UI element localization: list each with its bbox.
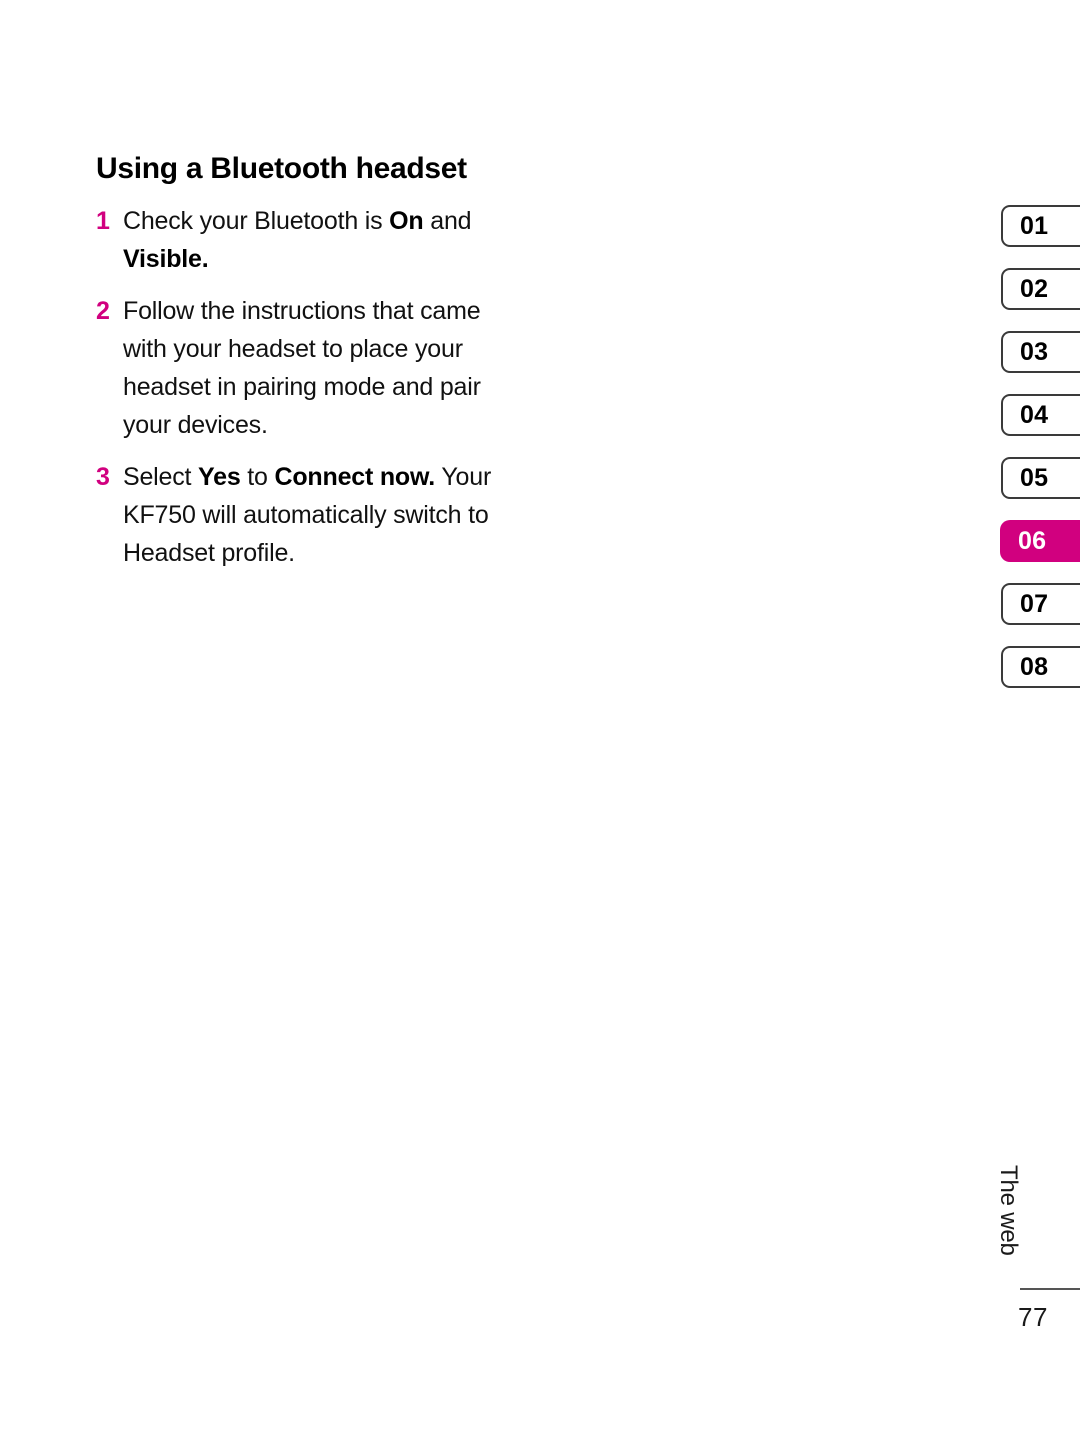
page-title: Using a Bluetooth headset: [96, 152, 467, 185]
list-item: 2 Follow the instructions that came with…: [96, 292, 516, 444]
chapter-tab-02[interactable]: 02: [1001, 268, 1080, 310]
text-run-bold: Connect now.: [274, 462, 436, 491]
chapter-tab-05[interactable]: 05: [1001, 457, 1080, 499]
instruction-list: 1 Check your Bluetooth is On and Visible…: [96, 202, 516, 572]
list-item-text: Select Yes to Connect now. Your KF750 wi…: [123, 463, 491, 567]
chapter-tab-01[interactable]: 01: [1001, 205, 1080, 247]
list-item-number: 1: [96, 206, 110, 235]
text-run-bold: Visible.: [123, 244, 209, 273]
text-run: Check your Bluetooth is: [123, 206, 390, 235]
text-run: and: [423, 206, 472, 235]
manual-page: Using a Bluetooth headset 1 Check your B…: [0, 0, 1080, 1439]
list-item-text: Check your Bluetooth is On and Visible.: [123, 206, 472, 273]
chapter-tab-03[interactable]: 03: [1001, 331, 1080, 373]
section-label: The web: [995, 1165, 1022, 1256]
list-item: 3 Select Yes to Connect now. Your KF750 …: [96, 458, 516, 572]
text-run: Select: [123, 462, 199, 491]
list-item-number: 2: [96, 296, 110, 325]
chapter-tab-06[interactable]: 06: [1000, 520, 1080, 562]
content-column: Using a Bluetooth headset 1 Check your B…: [96, 152, 516, 572]
chapter-tab-04[interactable]: 04: [1001, 394, 1080, 436]
list-item-number: 3: [96, 462, 110, 491]
footer-divider: [1020, 1288, 1080, 1290]
list-item-text: Follow the instructions that came with y…: [123, 297, 481, 439]
text-run: to: [240, 462, 275, 491]
list-item: 1 Check your Bluetooth is On and Visible…: [96, 202, 516, 278]
page-number: 77: [1018, 1302, 1048, 1332]
chapter-tab-07[interactable]: 07: [1001, 583, 1080, 625]
text-run-bold: Yes: [198, 462, 241, 491]
text-run-bold: On: [389, 206, 424, 235]
chapter-tab-rail: 01 02 03 04 05 06 07 08: [1000, 205, 1080, 709]
text-run: Follow the instructions that came with y…: [123, 296, 481, 439]
chapter-tab-08[interactable]: 08: [1001, 646, 1080, 688]
